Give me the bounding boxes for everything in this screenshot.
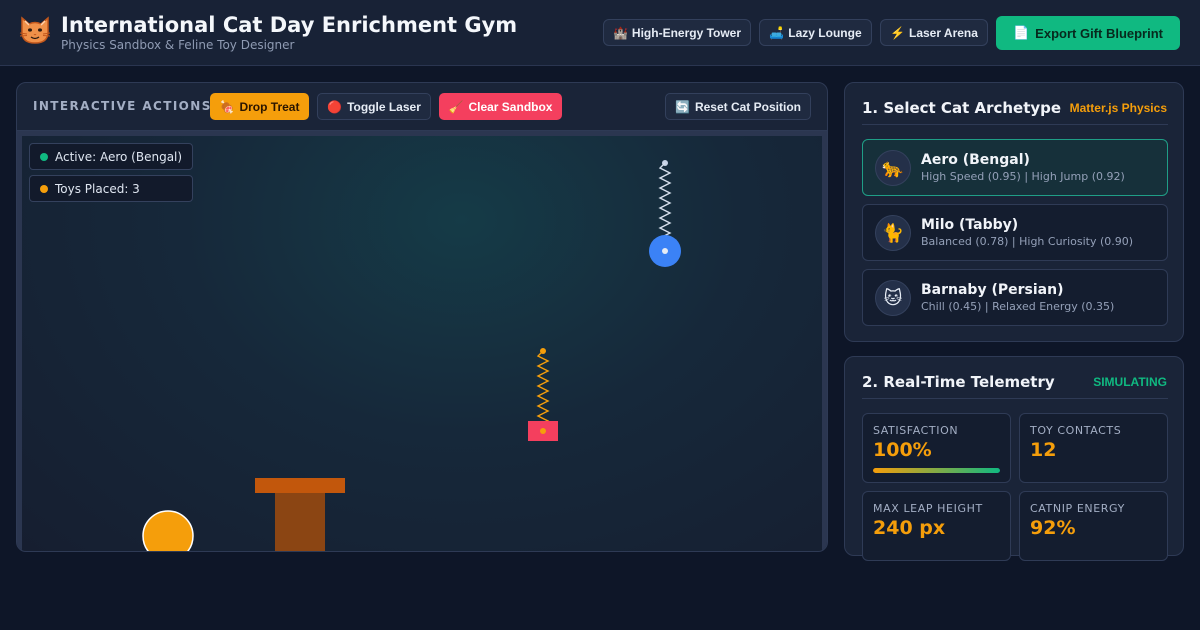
clear-sandbox-button[interactable]: 🧹 Clear Sandbox: [439, 93, 562, 120]
archetype-card: 1. Select Cat Archetype Matter.js Physic…: [844, 82, 1184, 342]
app-title: International Cat Day Enrichment Gym: [61, 13, 518, 37]
export-label: Export Gift Blueprint: [1035, 25, 1164, 41]
preset-high-energy-tower-button[interactable]: 🏰 High-Energy Tower: [603, 19, 751, 46]
divider: [862, 398, 1168, 399]
toggle-laser-label: Toggle Laser: [347, 99, 421, 114]
ball-pivot: [662, 248, 668, 254]
satisfaction-progress-fill: [873, 468, 1000, 473]
cat-icon: 🐈: [875, 215, 911, 251]
metric-label: TOY CONTACTS: [1030, 424, 1122, 437]
cat-tower-post: [275, 493, 325, 551]
metric-catnip-energy: CATNIP ENERGY 92%: [1019, 491, 1168, 561]
telemetry-card: 2. Real-Time Telemetry SIMULATING SATISF…: [844, 356, 1184, 561]
archetype-name: Aero (Bengal): [921, 152, 1030, 168]
metric-label: SATISFACTION: [873, 424, 959, 437]
spring-orange: [536, 350, 550, 427]
actions-label: INTERACTIVE ACTIONS:: [33, 99, 218, 113]
preset-label: High-Energy Tower: [631, 25, 742, 40]
metric-max-leap-height: MAX LEAP HEIGHT 240 px: [862, 491, 1011, 561]
archetype-option-barnaby[interactable]: 🐱 Barnaby (Persian) Chill (0.45) | Relax…: [862, 269, 1168, 326]
active-cat-chip: Active: Aero (Bengal): [29, 143, 193, 170]
status-dot-green: [40, 152, 48, 161]
export-gift-blueprint-button[interactable]: 📄 Export Gift Blueprint: [996, 16, 1180, 50]
preset-label: Lazy Lounge: [788, 25, 862, 40]
metric-value: 100%: [873, 439, 932, 461]
sandbox-panel: INTERACTIVE ACTIONS: 🍖 Drop Treat 🔴 Togg…: [16, 82, 828, 552]
clear-sandbox-label: Clear Sandbox: [468, 99, 553, 114]
status-dot-orange: [40, 184, 48, 193]
active-cat-label: Active: Aero (Bengal): [55, 149, 183, 164]
archetype-option-aero[interactable]: 🐆 Aero (Bengal) High Speed (0.95) | High…: [862, 139, 1168, 196]
castle-icon: 🏰: [612, 25, 628, 40]
couch-icon: 🛋️: [769, 25, 785, 40]
drop-treat-label: Drop Treat: [239, 99, 300, 114]
cat-face-icon: 🐱: [875, 280, 911, 316]
archetype-card-title: 1. Select Cat Archetype: [862, 99, 1062, 117]
preset-laser-arena-button[interactable]: ⚡ Laser Arena: [880, 19, 988, 46]
satisfaction-progress-bar: [873, 468, 1000, 473]
telemetry-card-title: 2. Real-Time Telemetry: [862, 373, 1055, 391]
metric-satisfaction: SATISFACTION 100%: [862, 413, 1011, 483]
app-subtitle: Physics Sandbox & Feline Toy Designer: [61, 38, 295, 52]
metric-toy-contacts: TOY CONTACTS 12: [1019, 413, 1168, 483]
box-pivot: [540, 428, 546, 434]
cat-body[interactable]: [142, 510, 194, 552]
metric-value: 92%: [1030, 517, 1076, 539]
metric-value: 12: [1030, 439, 1057, 461]
red-dot-icon: 🔴: [327, 99, 343, 114]
toggle-laser-button[interactable]: 🔴 Toggle Laser: [317, 93, 431, 120]
toys-placed-label: Toys Placed: 3: [55, 181, 140, 196]
preset-label: Laser Arena: [909, 25, 978, 40]
toys-placed-chip: Toys Placed: 3: [29, 175, 193, 202]
meat-icon: 🍖: [219, 99, 235, 114]
broom-icon: 🧹: [448, 99, 464, 114]
archetype-stats: Chill (0.45) | Relaxed Energy (0.35): [921, 300, 1115, 313]
document-icon: 📄: [1012, 25, 1030, 40]
refresh-icon: 🔄: [675, 99, 690, 114]
metric-label: CATNIP ENERGY: [1030, 502, 1125, 515]
archetype-name: Barnaby (Persian): [921, 282, 1064, 298]
app-header: International Cat Day Enrichment Gym Phy…: [0, 0, 1200, 66]
lightning-icon: ⚡: [890, 25, 905, 40]
preset-lazy-lounge-button[interactable]: 🛋️ Lazy Lounge: [759, 19, 872, 46]
divider: [862, 124, 1168, 125]
leopard-icon: 🐆: [875, 150, 911, 186]
drop-treat-button[interactable]: 🍖 Drop Treat: [210, 93, 309, 120]
reset-cat-position-button[interactable]: 🔄 Reset Cat Position: [665, 93, 811, 120]
simulation-status-badge: SIMULATING: [1093, 375, 1167, 389]
cat-face-icon: [19, 16, 51, 44]
cat-tower-platform[interactable]: [255, 478, 345, 493]
archetype-option-milo[interactable]: 🐈 Milo (Tabby) Balanced (0.78) | High Cu…: [862, 204, 1168, 261]
archetype-stats: High Speed (0.95) | High Jump (0.92): [921, 170, 1125, 183]
archetype-name: Milo (Tabby): [921, 217, 1019, 233]
reset-cat-label: Reset Cat Position: [694, 99, 801, 114]
metric-value: 240 px: [873, 517, 946, 539]
physics-engine-tag: Matter.js Physics: [1069, 101, 1167, 115]
physics-canvas[interactable]: Active: Aero (Bengal) Toys Placed: 3: [22, 136, 822, 552]
metric-label: MAX LEAP HEIGHT: [873, 502, 983, 515]
physics-canvas-frame: Active: Aero (Bengal) Toys Placed: 3: [17, 131, 827, 552]
action-bar: INTERACTIVE ACTIONS: 🍖 Drop Treat 🔴 Togg…: [17, 83, 827, 131]
archetype-stats: Balanced (0.78) | High Curiosity (0.90): [921, 235, 1134, 248]
